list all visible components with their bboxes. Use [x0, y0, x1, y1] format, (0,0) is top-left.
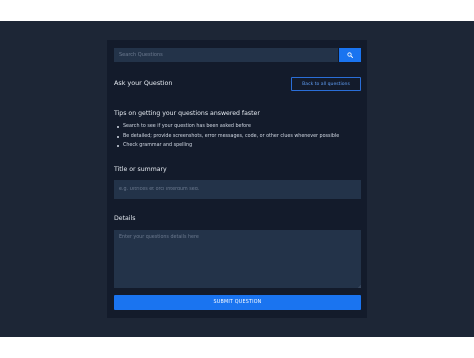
- bullet-icon: [117, 126, 119, 128]
- tip-item: Search to see if your question has been …: [117, 124, 339, 134]
- app-background: Ask your Question Back to all questions …: [0, 21, 474, 337]
- details-field-label: Details: [114, 215, 136, 222]
- tip-text: Be detailed; provide screenshots, error …: [123, 133, 340, 139]
- title-field-label: Title or summary: [114, 166, 167, 173]
- tips-list: Search to see if your question has been …: [117, 124, 339, 153]
- search-input[interactable]: [114, 48, 338, 62]
- title-input[interactable]: [114, 180, 361, 199]
- search-bar: [114, 48, 361, 62]
- bullet-icon: [117, 145, 119, 147]
- search-button[interactable]: [339, 48, 361, 62]
- bullet-icon: [117, 135, 119, 138]
- tip-text: Search to see if your question has been …: [123, 124, 251, 129]
- tip-text: Check grammar and spelling: [123, 143, 193, 148]
- submit-question-button[interactable]: SUBMIT QUESTION: [114, 295, 361, 310]
- back-to-questions-button[interactable]: Back to all questions: [291, 77, 361, 91]
- tip-item: Be detailed; provide screenshots, error …: [117, 134, 339, 144]
- page-title: Ask your Question: [114, 79, 173, 87]
- tip-item: Check grammar and spelling: [117, 143, 339, 153]
- tips-heading: Tips on getting your questions answered …: [114, 110, 260, 117]
- details-textarea[interactable]: [114, 230, 361, 288]
- resize-handle-icon[interactable]: [358, 285, 361, 288]
- question-form-panel: Ask your Question Back to all questions …: [107, 40, 367, 318]
- search-icon: [347, 52, 353, 58]
